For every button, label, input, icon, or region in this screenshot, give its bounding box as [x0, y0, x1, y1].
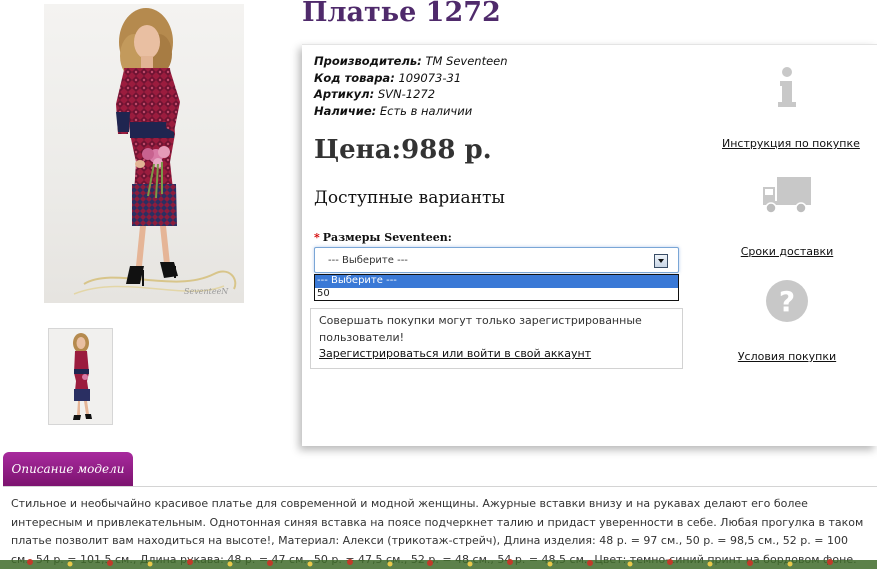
spec-manufacturer: Производитель: ТМ Seventeen — [314, 54, 508, 68]
product-info-panel: Производитель: ТМ Seventeen Код товара: … — [302, 44, 877, 446]
question-icon: ? — [766, 280, 808, 322]
purchase-instructions-block: Инструкция по покупке — [722, 65, 860, 150]
truck-icon — [763, 177, 811, 214]
product-specs: Производитель: ТМ Seventeen Код товара: … — [314, 53, 508, 119]
register-login-link[interactable]: Зарегистрироваться или войти в свой акка… — [319, 347, 591, 360]
product-thumbnail[interactable] — [48, 328, 113, 425]
login-notice: Совершать покупки могут только зарегистр… — [310, 308, 683, 369]
purchase-instructions-link[interactable]: Инструкция по покупке — [722, 137, 860, 150]
delivery-terms-link[interactable]: Сроки доставки — [722, 245, 852, 258]
purchase-terms-block: ? Условия покупки — [722, 278, 852, 363]
spec-availability: Наличие: Есть в наличии — [314, 103, 473, 118]
size-dropdown-list: --- Выберите --- 50 — [314, 274, 679, 301]
product-main-photo[interactable]: SeventeeN — [44, 4, 244, 303]
purchase-terms-link[interactable]: Условия покупки — [722, 350, 852, 363]
login-notice-text: Совершать покупки могут только зарегистр… — [319, 314, 642, 344]
size-select-value: --- Выберите --- — [328, 255, 408, 266]
size-label: * Размеры Seventeen: — [314, 231, 452, 244]
size-option[interactable]: --- Выберите --- — [315, 275, 678, 288]
delivery-terms-block: Сроки доставки — [722, 173, 852, 258]
size-option[interactable]: 50 — [315, 288, 678, 301]
required-mark: * — [314, 231, 320, 244]
garland-decoration — [0, 559, 877, 569]
spec-product-code: Код товара: 109073-31 — [314, 70, 462, 85]
info-icon — [778, 67, 796, 107]
product-title: Платье 1272 — [302, 0, 501, 28]
svg-text:?: ? — [779, 285, 795, 318]
size-select[interactable]: --- Выберите --- — [314, 247, 679, 273]
variants-heading: Доступные варианты — [314, 188, 505, 208]
product-price: Цена:988 р. — [314, 135, 492, 165]
chevron-down-icon[interactable] — [654, 254, 668, 268]
tab-model-description[interactable]: Описание модели — [3, 452, 133, 486]
spec-article: Артикул: SVN-1272 — [314, 87, 436, 101]
svg-text:SeventeeN: SeventeeN — [184, 287, 229, 296]
